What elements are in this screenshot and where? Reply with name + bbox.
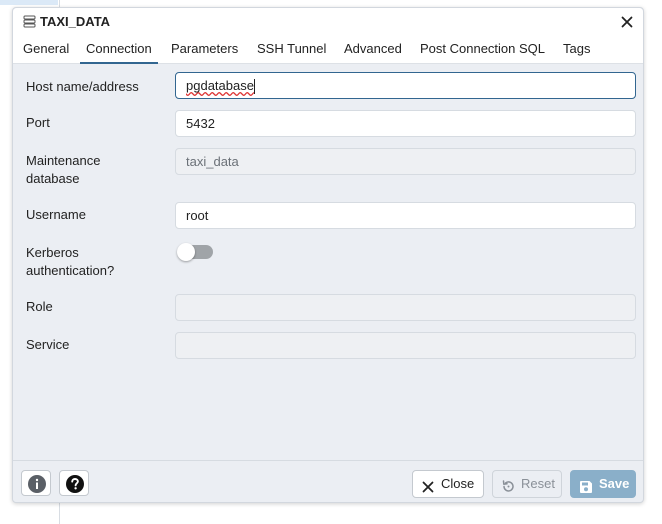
service-input (175, 332, 636, 359)
background-selection-strip (0, 0, 58, 5)
reset-button[interactable]: Reset (492, 470, 562, 498)
info-button[interactable] (21, 470, 51, 496)
close-icon (421, 477, 435, 503)
close-button-label: Close (441, 476, 475, 491)
tab-connection[interactable]: Connection (80, 36, 158, 64)
port-value: 5432 (186, 116, 215, 131)
toggle-knob (177, 243, 195, 261)
maintenance-db-value: taxi_data (186, 154, 239, 169)
host-label: Host name/address (26, 79, 139, 94)
port-input[interactable]: 5432 (175, 110, 636, 137)
tab-post-connection-sql[interactable]: Post Connection SQL (420, 36, 545, 64)
maintenance-db-label-line2: database (26, 171, 80, 186)
kerberos-label: Kerberos authentication? (26, 244, 114, 280)
tab-general[interactable]: General (23, 36, 69, 64)
close-icon[interactable] (619, 14, 635, 30)
kerberos-label-line2: authentication? (26, 263, 115, 278)
service-label: Service (26, 337, 70, 352)
tab-parameters[interactable]: Parameters (171, 36, 238, 64)
dialog-footer: Close Reset Save (13, 460, 643, 502)
username-input[interactable]: root (175, 202, 636, 229)
tab-bar: General Connection Parameters SSH Tunnel… (13, 36, 643, 64)
role-label: Role (26, 299, 53, 314)
dialog-titlebar[interactable]: TAXI_DATA (13, 8, 643, 36)
role-input (175, 294, 636, 321)
host-input[interactable]: pgdatabase (175, 72, 636, 99)
maintenance-db-label-line1: Maintenance (26, 153, 101, 168)
tab-ssh-tunnel[interactable]: SSH Tunnel (257, 36, 326, 64)
help-button[interactable] (59, 470, 89, 496)
maintenance-db-label: Maintenance database (26, 152, 100, 188)
server-icon (23, 15, 36, 28)
save-button[interactable]: Save (570, 470, 636, 498)
host-value: pgdatabase (186, 78, 254, 93)
maintenance-db-input: taxi_data (175, 148, 636, 175)
kerberos-toggle[interactable] (177, 243, 213, 261)
dialog-title: TAXI_DATA (40, 14, 111, 29)
reset-button-label: Reset (521, 476, 555, 491)
close-button[interactable]: Close (412, 470, 484, 498)
kerberos-label-line1: Kerberos (26, 245, 79, 260)
save-button-label: Save (599, 476, 630, 491)
username-value: root (186, 208, 209, 223)
save-icon (579, 477, 593, 503)
username-label: Username (26, 207, 86, 222)
tab-tags[interactable]: Tags (563, 36, 590, 64)
port-label: Port (26, 115, 50, 130)
reset-icon (501, 477, 516, 503)
server-dialog: TAXI_DATA General Connection Parameters … (12, 7, 644, 503)
text-caret (253, 79, 255, 95)
tab-advanced[interactable]: Advanced (344, 36, 402, 64)
